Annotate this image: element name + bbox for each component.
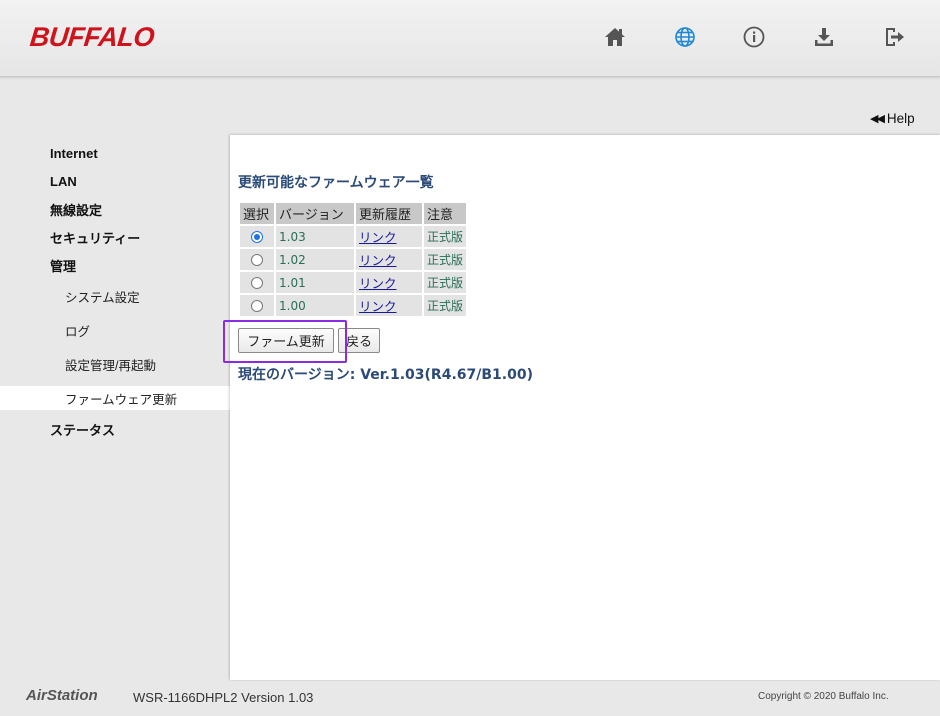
note-cell: 正式版 (424, 249, 467, 270)
firmware-update-button[interactable]: ファーム更新 (238, 328, 334, 353)
history-link[interactable]: リンク (359, 299, 397, 314)
back-button[interactable]: 戻る (338, 328, 380, 353)
sidebar-item-security[interactable]: セキュリティー (0, 225, 230, 249)
sidebar-item-lan[interactable]: LAN (0, 169, 230, 193)
copyright: Copyright © 2020 Buffalo Inc. (758, 691, 889, 702)
column-header: 注意 (424, 203, 467, 224)
table-row: 1.03 リンク 正式版 (240, 226, 467, 247)
select-cell (240, 226, 274, 247)
firmware-table: 選択 バージョン 更新履歴 注意 1.03 リンク 正式版 1.02 リンク 正… (238, 201, 468, 318)
airstation-logo: AirStation (26, 687, 98, 704)
version-radio[interactable] (251, 231, 263, 243)
note-cell: 正式版 (424, 295, 467, 316)
version-radio[interactable] (251, 300, 263, 312)
column-header: バージョン (276, 203, 354, 224)
version-cell: 1.00 (276, 295, 354, 316)
sidebar-item-system-settings[interactable]: システム設定 (0, 284, 230, 308)
sidebar-item-firmware-update[interactable]: ファームウェア更新 (0, 386, 230, 410)
column-header: 更新履歴 (356, 203, 422, 224)
column-header: 選択 (240, 203, 274, 224)
buffalo-logo: BUFFALO (28, 22, 156, 52)
home-icon[interactable] (602, 24, 628, 50)
history-cell: リンク (356, 249, 422, 270)
history-cell: リンク (356, 226, 422, 247)
sidebar-item-log[interactable]: ログ (0, 318, 230, 342)
model-version: WSR-1166DHPL2 Version 1.03 (133, 690, 314, 705)
version-cell: 1.01 (276, 272, 354, 293)
history-cell: リンク (356, 272, 422, 293)
table-row: 1.01 リンク 正式版 (240, 272, 467, 293)
content-panel: 更新可能なファームウェア一覧 選択 バージョン 更新履歴 注意 1.03 リンク… (230, 135, 940, 680)
logout-icon[interactable] (881, 24, 907, 50)
collapse-arrows-icon: ◀◀ (870, 113, 885, 125)
globe-icon[interactable] (672, 24, 698, 50)
download-icon[interactable] (811, 24, 837, 50)
history-link[interactable]: リンク (359, 230, 397, 245)
note-cell: 正式版 (424, 272, 467, 293)
history-cell: リンク (356, 295, 422, 316)
top-header: BUFFALO (0, 0, 940, 77)
section-title: 更新可能なファームウェア一覧 (238, 175, 434, 191)
select-cell (240, 272, 274, 293)
help-label: Help (886, 111, 915, 126)
sidebar-item-internet[interactable]: Internet (0, 141, 230, 165)
sidebar-item-config-restart[interactable]: 設定管理/再起動 (0, 352, 230, 376)
help-link[interactable]: ◀◀ Help (870, 111, 915, 126)
version-cell: 1.03 (276, 226, 354, 247)
sidebar-item-status[interactable]: ステータス (0, 417, 230, 441)
note-cell: 正式版 (424, 226, 467, 247)
history-link[interactable]: リンク (359, 253, 397, 268)
version-radio[interactable] (251, 254, 263, 266)
table-header-row: 選択 バージョン 更新履歴 注意 (240, 203, 467, 224)
select-cell (240, 295, 274, 316)
history-link[interactable]: リンク (359, 276, 397, 291)
current-version: 現在のバージョン: Ver.1.03(R4.67/B1.00) (238, 367, 533, 383)
sidebar-item-admin[interactable]: 管理 (0, 253, 230, 277)
sidebar-item-wireless[interactable]: 無線設定 (0, 197, 230, 221)
info-icon[interactable] (741, 24, 767, 50)
version-radio[interactable] (251, 277, 263, 289)
table-row: 1.00 リンク 正式版 (240, 295, 467, 316)
version-cell: 1.02 (276, 249, 354, 270)
select-cell (240, 249, 274, 270)
table-row: 1.02 リンク 正式版 (240, 249, 467, 270)
